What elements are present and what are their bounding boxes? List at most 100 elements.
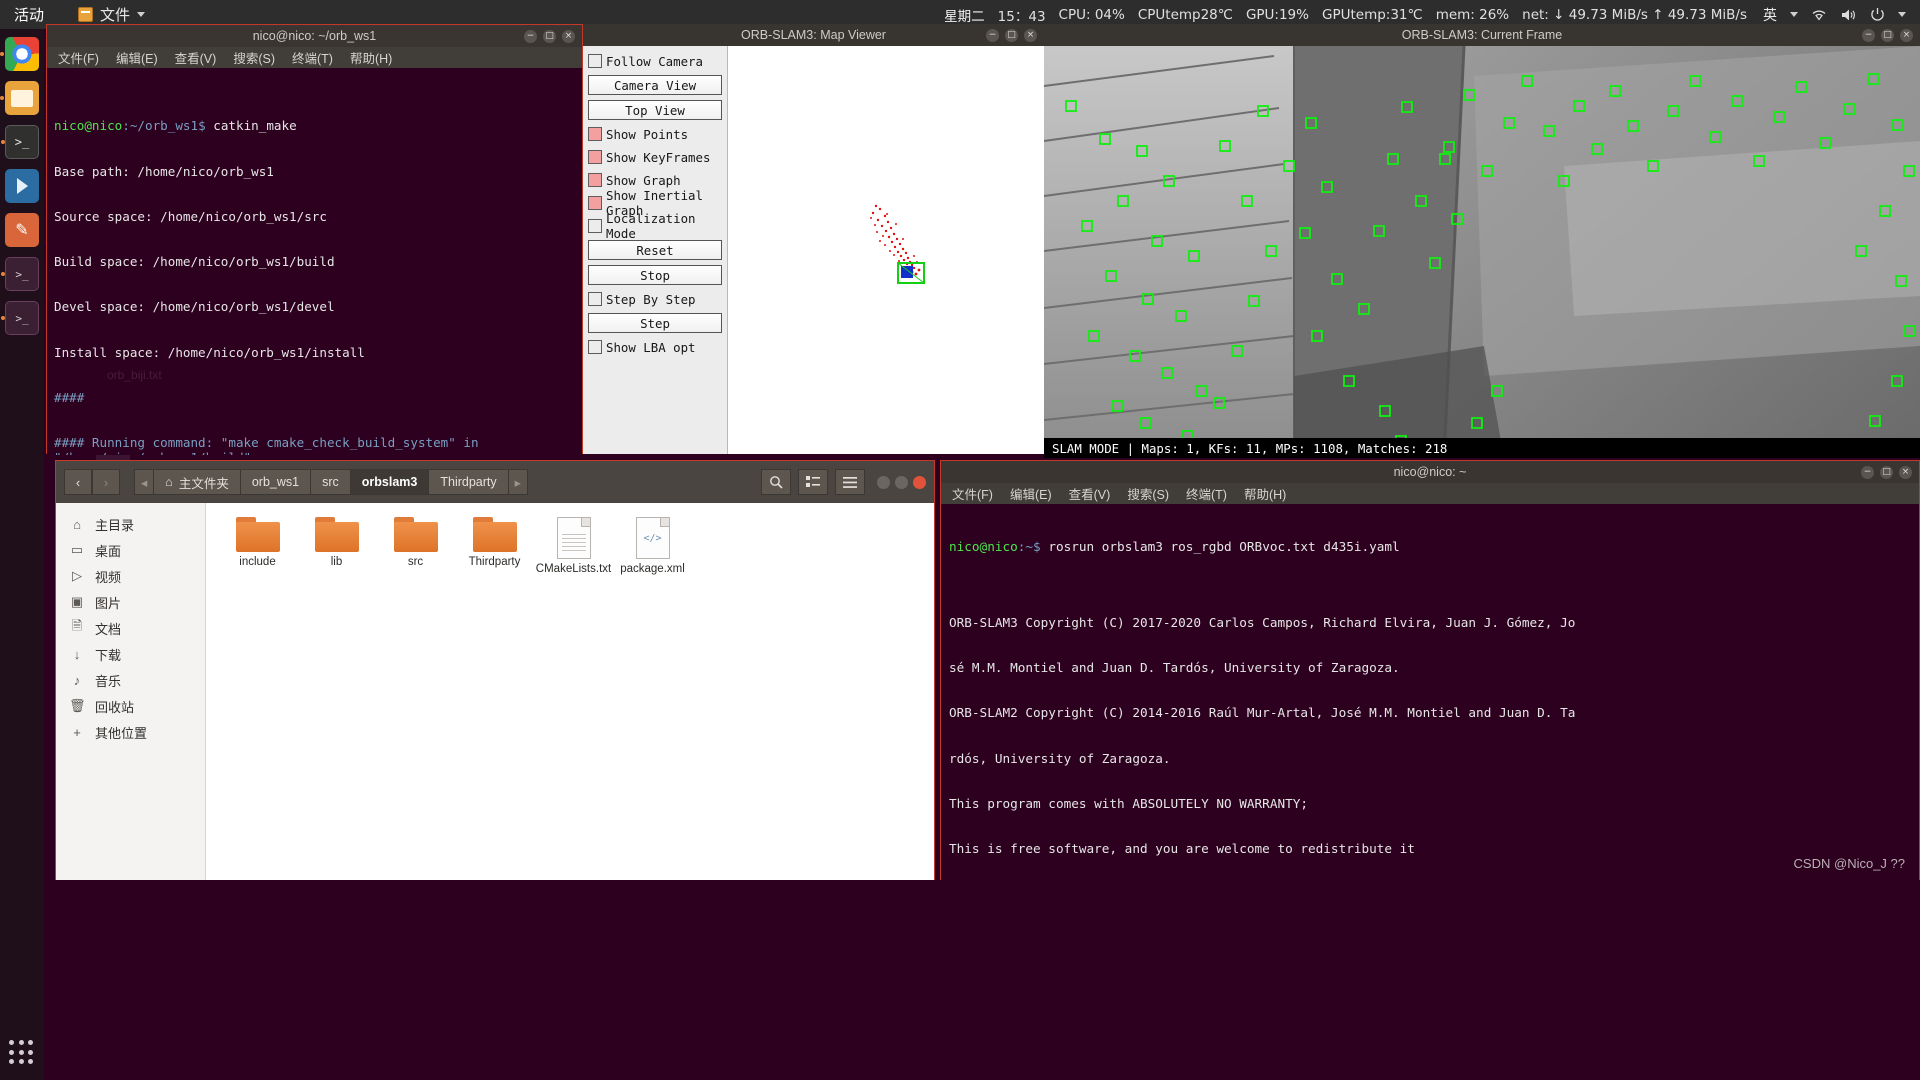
close-button[interactable] xyxy=(913,475,926,489)
menu-search[interactable]: 搜索(S) xyxy=(1127,484,1169,503)
breadcrumb-thirdparty[interactable]: Thirdparty xyxy=(429,469,509,495)
file-item-include[interactable]: include xyxy=(220,517,295,576)
control-show-lba-opt[interactable]: Show LBA opt xyxy=(588,338,722,356)
minimize-button[interactable]: − xyxy=(1861,465,1874,479)
menu-edit[interactable]: 编辑(E) xyxy=(1010,484,1052,503)
dock-item-text-editor[interactable] xyxy=(5,213,39,247)
minimize-button[interactable]: − xyxy=(1862,28,1875,42)
sidebar-item-music[interactable]: ♪ 音乐 xyxy=(56,667,205,693)
control-top-view[interactable]: Top View xyxy=(588,100,722,120)
map-viewer-window[interactable]: ORB-SLAM3: Map Viewer − □ × Follow Camer… xyxy=(583,24,1044,454)
currentframe-image[interactable]: SLAM MODE | Maps: 1, KFs: 11, MPs: 1108,… xyxy=(1044,46,1920,458)
file-grid[interactable]: include lib src Thirdparty CMakeLists.tx… xyxy=(206,503,934,880)
control-camera-view[interactable]: Camera View xyxy=(588,75,722,95)
close-button[interactable]: × xyxy=(1899,465,1912,479)
activities-button[interactable]: 活动 xyxy=(14,4,44,25)
hamburger-icon[interactable] xyxy=(835,469,865,495)
control-reset[interactable]: Reset xyxy=(588,240,722,260)
terminal2-titlebar[interactable]: nico@nico: ~ − □ × xyxy=(941,461,1919,483)
terminal1-titlebar[interactable]: nico@nico: ~/orb_ws1 − □ × xyxy=(47,25,582,47)
terminal1-output[interactable]: orb_biji.txt nico@nico:~/orb_ws1$ catkin… xyxy=(47,68,582,455)
menu-search[interactable]: 搜索(S) xyxy=(233,48,275,67)
currentframe-titlebar[interactable]: ORB-SLAM3: Current Frame − □ × xyxy=(1044,24,1920,46)
chevron-down-icon[interactable] xyxy=(1898,12,1906,17)
minimize-button[interactable]: − xyxy=(524,29,537,43)
dock-item-terminal[interactable] xyxy=(1,125,39,159)
maximize-button[interactable] xyxy=(895,475,908,489)
menu-file[interactable]: 文件(F) xyxy=(58,48,99,67)
menu-edit[interactable]: 编辑(E) xyxy=(116,48,158,67)
breadcrumb-orb-ws1[interactable]: orb_ws1 xyxy=(240,469,312,495)
breadcrumb-orbslam3[interactable]: orbslam3 xyxy=(350,469,430,495)
dock-item-files[interactable] xyxy=(0,81,39,115)
menu-terminal[interactable]: 终端(T) xyxy=(1186,484,1227,503)
search-icon[interactable] xyxy=(761,469,791,495)
maximize-button[interactable]: □ xyxy=(1880,465,1893,479)
checkbox-icon[interactable] xyxy=(588,219,602,233)
breadcrumb-src[interactable]: src xyxy=(311,469,351,495)
terminal2-output[interactable]: nico@nico:~$ rosrun orbslam3 ros_rgbd OR… xyxy=(941,504,1919,880)
control-show-inertial-graph[interactable]: Show Inertial Graph xyxy=(588,188,722,218)
checkbox-icon[interactable] xyxy=(588,292,602,306)
files-app-menu[interactable]: 文件 xyxy=(78,4,146,25)
power-icon[interactable] xyxy=(1870,7,1885,22)
breadcrumb-scroll-right[interactable]: ▸ xyxy=(508,469,528,495)
sidebar-item-other-locations[interactable]: + 其他位置 xyxy=(56,719,205,745)
dock-item-chrome[interactable] xyxy=(0,37,39,71)
control-stop[interactable]: Stop xyxy=(588,265,722,285)
breadcrumb-home[interactable]: ⌂ 主文件夹 xyxy=(154,469,241,495)
view-toggle-icon[interactable] xyxy=(798,469,828,495)
maximize-button[interactable]: □ xyxy=(1881,28,1894,42)
clock-day[interactable]: 星期二 xyxy=(944,5,985,25)
menu-help[interactable]: 帮助(H) xyxy=(350,48,392,67)
control-show-graph[interactable]: Show Graph xyxy=(588,171,722,189)
file-manager-window[interactable]: ‹ › ◂ ⌂ 主文件夹 orb_ws1 src orbslam3 Thirdp… xyxy=(55,460,935,880)
checkbox-icon[interactable] xyxy=(588,173,602,187)
menu-terminal[interactable]: 终端(T) xyxy=(292,48,333,67)
terminal-window-rosrun[interactable]: nico@nico: ~ − □ × 文件(F) 编辑(E) 查看(V) 搜索(… xyxy=(940,460,1920,880)
minimize-button[interactable] xyxy=(877,475,890,489)
control-show-keyframes[interactable]: Show KeyFrames xyxy=(588,148,722,166)
file-item-thirdparty[interactable]: Thirdparty xyxy=(457,517,532,576)
file-item-src[interactable]: src xyxy=(378,517,453,576)
control-show-points[interactable]: Show Points xyxy=(588,125,722,143)
clock-time[interactable]: 15：43 xyxy=(998,5,1046,25)
menu-help[interactable]: 帮助(H) xyxy=(1244,484,1286,503)
sidebar-item-documents[interactable]: 🗎 文档 xyxy=(56,615,205,641)
maximize-button[interactable]: □ xyxy=(543,29,556,43)
show-applications-icon[interactable] xyxy=(9,1040,35,1066)
close-button[interactable]: × xyxy=(562,29,575,43)
forward-button[interactable]: › xyxy=(92,469,120,495)
control-step-by-step[interactable]: Step By Step xyxy=(588,290,722,308)
dock-item-terminal-3[interactable] xyxy=(1,301,39,335)
checkbox-icon[interactable] xyxy=(588,150,602,164)
map-point-cloud-canvas[interactable] xyxy=(728,46,1044,454)
wifi-icon[interactable] xyxy=(1811,8,1827,21)
mapviewer-titlebar[interactable]: ORB-SLAM3: Map Viewer − □ × xyxy=(583,24,1044,46)
sidebar-item-downloads[interactable]: ↓ 下载 xyxy=(56,641,205,667)
sidebar-item-trash[interactable]: 🗑 回收站 xyxy=(56,693,205,719)
sidebar-item-pictures[interactable]: ▣ 图片 xyxy=(56,589,205,615)
dock-item-terminal-2[interactable] xyxy=(1,257,39,291)
input-language-indicator[interactable]: 英 xyxy=(1763,5,1777,25)
close-button[interactable]: × xyxy=(1900,28,1913,42)
checkbox-icon[interactable] xyxy=(588,340,602,354)
checkbox-icon[interactable] xyxy=(588,127,602,141)
sidebar-item-desktop[interactable]: ▭ 桌面 xyxy=(56,537,205,563)
close-button[interactable]: × xyxy=(1024,28,1037,42)
checkbox-icon[interactable] xyxy=(588,54,602,68)
file-item-cmakelists[interactable]: CMakeLists.txt xyxy=(536,517,611,576)
menu-view[interactable]: 查看(V) xyxy=(1069,484,1111,503)
control-follow-camera[interactable]: Follow Camera xyxy=(588,52,722,70)
terminal-window-catkin[interactable]: nico@nico: ~/orb_ws1 − □ × 文件(F) 编辑(E) 查… xyxy=(46,24,583,455)
file-item-lib[interactable]: lib xyxy=(299,517,374,576)
control-localization-mode[interactable]: Localization Mode xyxy=(588,211,722,241)
sidebar-item-home[interactable]: ⌂ 主目录 xyxy=(56,511,205,537)
current-frame-window[interactable]: ORB-SLAM3: Current Frame − □ × SLAM MODE… xyxy=(1044,24,1920,458)
control-step[interactable]: Step xyxy=(588,313,722,333)
breadcrumb-scroll-left[interactable]: ◂ xyxy=(134,469,155,495)
menu-file[interactable]: 文件(F) xyxy=(952,484,993,503)
sidebar-item-videos[interactable]: ▷ 视频 xyxy=(56,563,205,589)
dock-item-vscode[interactable] xyxy=(5,169,39,203)
checkbox-icon[interactable] xyxy=(588,196,602,210)
